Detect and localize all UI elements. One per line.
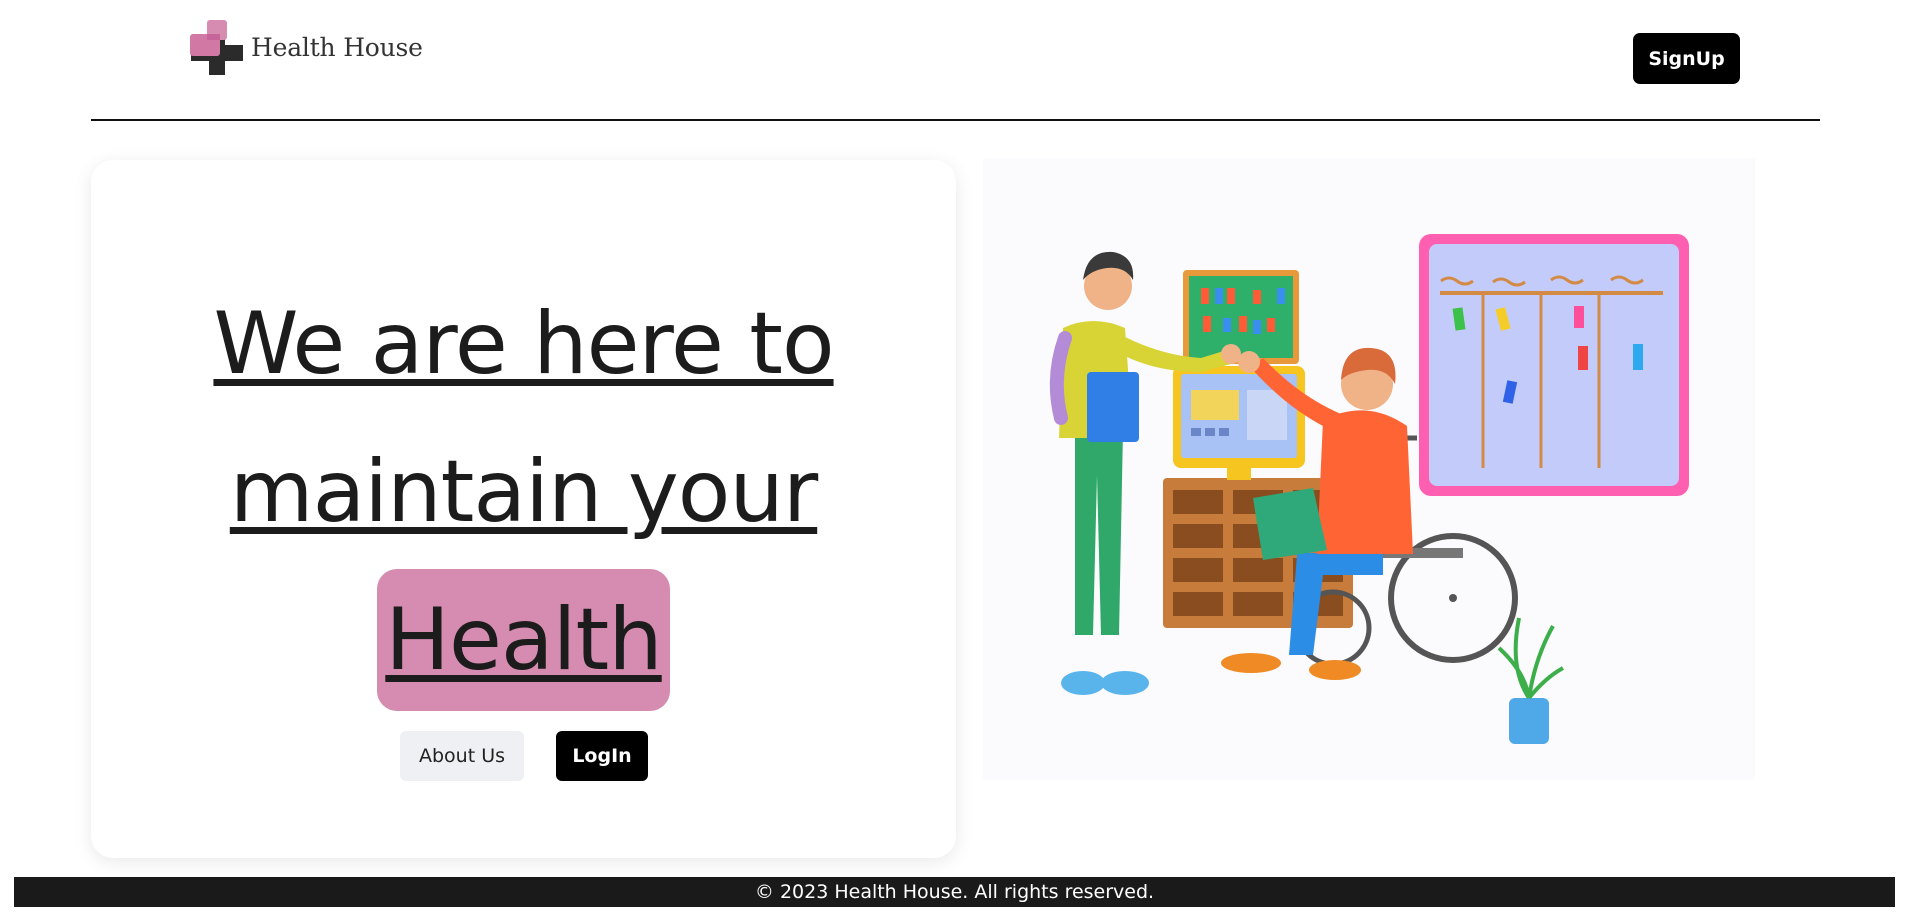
site-footer: © 2023 Health House. All rights reserved… (14, 877, 1895, 907)
hero-card: We are here to maintain your Health Abou… (91, 160, 956, 858)
headline-highlight: Health (377, 569, 670, 711)
team-meeting-illustration (983, 158, 1755, 780)
headline-line-1: We are here to (213, 294, 834, 394)
copyright-text: © 2023 Health House. All rights reserved… (754, 881, 1155, 903)
signup-button[interactable]: SignUp (1633, 33, 1740, 84)
headline-line-2: maintain your (229, 442, 818, 542)
brand-name: Health House (251, 32, 423, 62)
site-header: Health House SignUp (91, 0, 1820, 121)
brand-logo[interactable]: Health House (189, 19, 423, 79)
about-us-button[interactable]: About Us (400, 731, 524, 781)
login-button[interactable]: LogIn (556, 731, 648, 781)
hero-headline: We are here to maintain your Health (91, 270, 956, 714)
notice-board (1183, 270, 1299, 364)
kanban-board (1419, 234, 1689, 496)
medical-cross-icon (190, 20, 243, 75)
